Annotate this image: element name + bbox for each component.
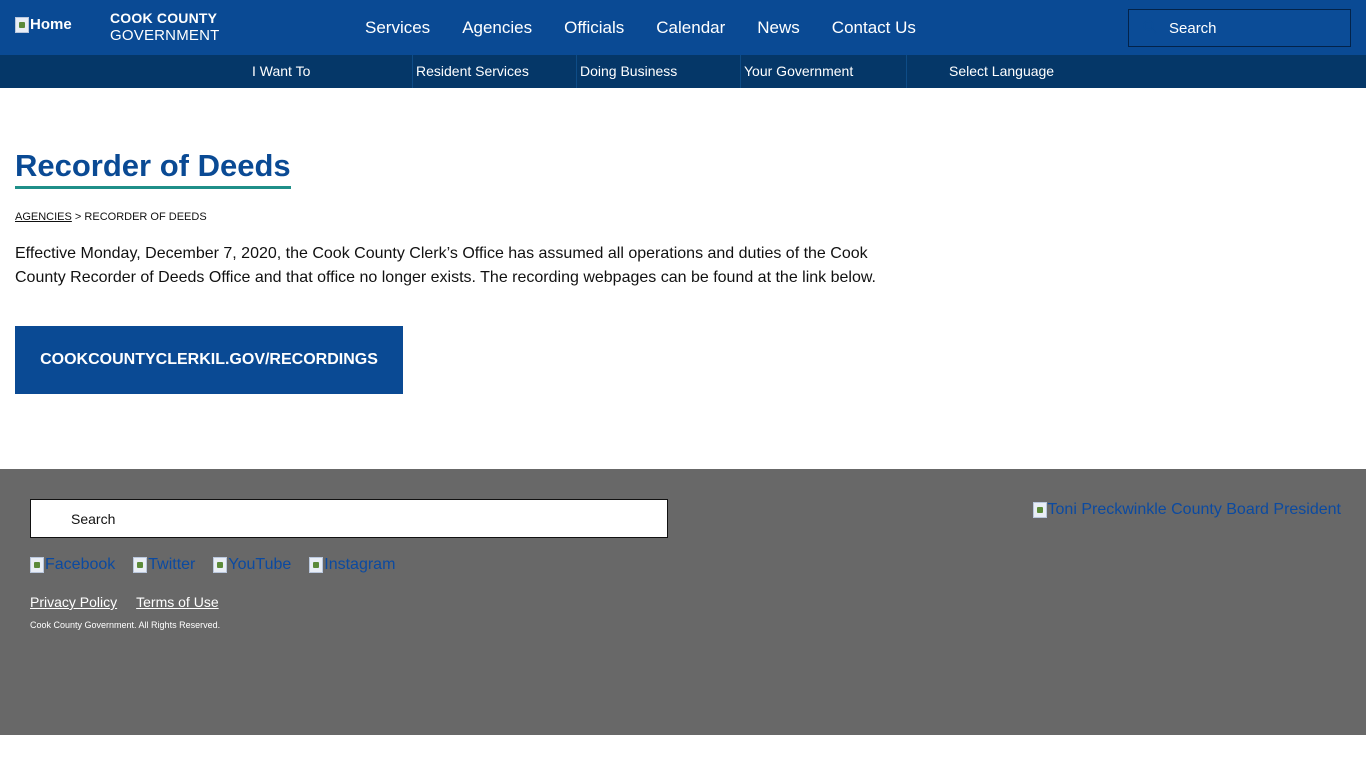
broken-image-icon: [1032, 502, 1047, 518]
subnav-divider: [740, 55, 741, 88]
broken-image-icon: [213, 557, 228, 573]
footer: Facebook Twitter YouTube Instagram Priva…: [0, 469, 1366, 735]
youtube-link[interactable]: YouTube: [213, 556, 291, 574]
copyright-text: Cook County Government. All Rights Reser…: [30, 620, 221, 630]
privacy-policy-link[interactable]: Privacy Policy: [30, 594, 117, 610]
instagram-link[interactable]: Instagram: [309, 556, 395, 574]
home-logo-alt-text: Home: [30, 16, 72, 33]
subnav-i-want-to[interactable]: I Want To: [252, 55, 310, 88]
broken-image-icon: [133, 557, 148, 573]
breadcrumb: AGENCIES > RECORDER OF DEEDS: [15, 211, 207, 223]
nav-calendar[interactable]: Calendar: [640, 18, 741, 38]
footer-search-input[interactable]: [30, 499, 668, 538]
breadcrumb-separator: >: [74, 211, 82, 223]
nav-contact-us[interactable]: Contact Us: [816, 18, 932, 38]
youtube-alt-text: YouTube: [228, 556, 292, 573]
site-name[interactable]: COOK COUNTY GOVERNMENT: [110, 10, 220, 44]
president-alt-text: Toni Preckwinkle County Board President: [1047, 501, 1341, 518]
social-links: Facebook Twitter YouTube Instagram: [30, 556, 395, 574]
facebook-link[interactable]: Facebook: [30, 556, 115, 574]
broken-image-icon: [30, 557, 44, 573]
subnav-your-government[interactable]: Your Government: [744, 55, 853, 88]
site-name-line1: COOK COUNTY: [110, 10, 218, 26]
intro-paragraph: Effective Monday, December 7, 2020, the …: [15, 245, 876, 286]
recordings-link-button[interactable]: COOKCOUNTYCLERKIL.GOV/RECORDINGS: [15, 326, 403, 394]
broken-image-icon: [309, 557, 324, 573]
nav-agencies[interactable]: Agencies: [446, 18, 548, 38]
page-title: Recorder of Deeds: [15, 148, 291, 189]
main-nav: Services Agencies Officials Calendar New…: [349, 0, 932, 55]
instagram-alt-text: Instagram: [324, 556, 396, 573]
nav-services[interactable]: Services: [349, 18, 446, 38]
subnav-divider: [576, 55, 577, 88]
breadcrumb-current: RECORDER OF DEEDS: [84, 211, 207, 223]
home-logo-link[interactable]: Home: [15, 16, 72, 33]
search-icon[interactable]: [46, 512, 59, 525]
subnav-doing-business[interactable]: Doing Business: [580, 55, 677, 88]
nav-officials[interactable]: Officials: [548, 18, 640, 38]
subnav-resident-services[interactable]: Resident Services: [416, 55, 529, 88]
site-name-line2: GOVERNMENT: [110, 27, 220, 44]
nav-news[interactable]: News: [741, 18, 816, 38]
subnav-divider: [412, 55, 413, 88]
subnav-divider: [906, 55, 907, 88]
footer-links: Privacy Policy Terms of Use: [30, 594, 219, 610]
terms-of-use-link[interactable]: Terms of Use: [136, 594, 218, 610]
subnav-select-language[interactable]: Select Language: [949, 55, 1054, 88]
broken-image-icon: [15, 16, 29, 33]
secondary-nav: I Want To Resident Services Doing Busine…: [0, 55, 1366, 88]
twitter-alt-text: Twitter: [148, 556, 196, 573]
facebook-alt-text: Facebook: [45, 556, 116, 573]
twitter-link[interactable]: Twitter: [133, 556, 195, 574]
search-icon[interactable]: [1143, 20, 1157, 34]
president-link[interactable]: Toni Preckwinkle County Board President: [1032, 501, 1341, 519]
header-search-input[interactable]: [1128, 9, 1351, 47]
top-header: Home COOK COUNTY GOVERNMENT Services Age…: [0, 0, 1366, 55]
breadcrumb-agencies-link[interactable]: AGENCIES: [15, 211, 72, 223]
